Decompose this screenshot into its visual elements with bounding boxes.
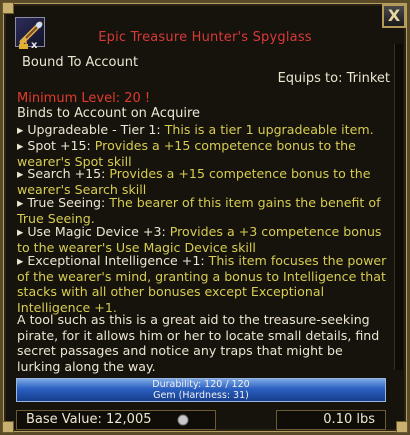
close-button[interactable]: X <box>382 4 406 28</box>
minimum-level: Minimum Level: 20 ! <box>17 91 151 106</box>
bullet-icon: ▸ <box>17 122 28 137</box>
equip-slot: Equips to: Trinket <box>277 71 390 86</box>
effect-name: Use Magic Device +3: <box>27 224 170 239</box>
bullet-icon: ▸ <box>17 224 28 239</box>
effect-line: ▸ Upgradeable - Tier 1: This is a tier 1… <box>17 122 387 138</box>
bind-status: Binds to Account on Acquire <box>17 106 201 121</box>
durability-bar: Durability: 120 / 120 Gem (Hardness: 31) <box>16 378 386 402</box>
coin-icon <box>177 414 189 426</box>
effect-line: ▸ Spot +15: Provides a +15 competence bo… <box>17 138 387 169</box>
bullet-icon: ▸ <box>17 138 28 153</box>
item-lore: A tool such as this is a great aid to th… <box>17 312 380 374</box>
effect-name: True Seeing: <box>27 195 110 210</box>
item-weight: 0.10 lbs <box>323 412 375 427</box>
effect-name: Spot +15: <box>27 138 95 153</box>
effect-description: This is a tier 1 upgradeable item. <box>164 122 374 137</box>
effect-line: ▸ Use Magic Device +3: Provides a +3 com… <box>17 224 387 255</box>
effect-name: Upgradeable - Tier 1: <box>27 122 165 137</box>
effect-name: Exceptional Intelligence +1: <box>27 253 209 268</box>
gem-text: Gem (Hardness: 31) <box>153 390 249 401</box>
base-value: Base Value: 12,005 <box>26 412 152 427</box>
effect-line: ▸ Search +15: Provides a +15 competence … <box>17 166 387 197</box>
effect-line: ▸ True Seeing: The bearer of this item g… <box>17 195 387 226</box>
bound-status: Bound To Account <box>22 55 139 70</box>
weight-panel: 0.10 lbs <box>276 410 386 430</box>
bullet-icon: ▸ <box>17 253 28 268</box>
bullet-icon: ▸ <box>17 166 28 181</box>
bullet-icon: ▸ <box>17 195 28 210</box>
frame-corner <box>2 421 14 433</box>
frame-corner <box>2 2 14 14</box>
frame-corner <box>396 421 408 433</box>
item-title: Epic Treasure Hunter's Spyglass <box>98 30 312 45</box>
effect-name: Search +15: <box>27 166 110 181</box>
base-value-panel: Base Value: 12,005 <box>16 410 216 430</box>
scrollbar[interactable] <box>394 44 403 370</box>
durability-text: Durability: 120 / 120 <box>152 379 250 390</box>
effect-line: ▸ Exceptional Intelligence +1: This item… <box>17 253 387 315</box>
